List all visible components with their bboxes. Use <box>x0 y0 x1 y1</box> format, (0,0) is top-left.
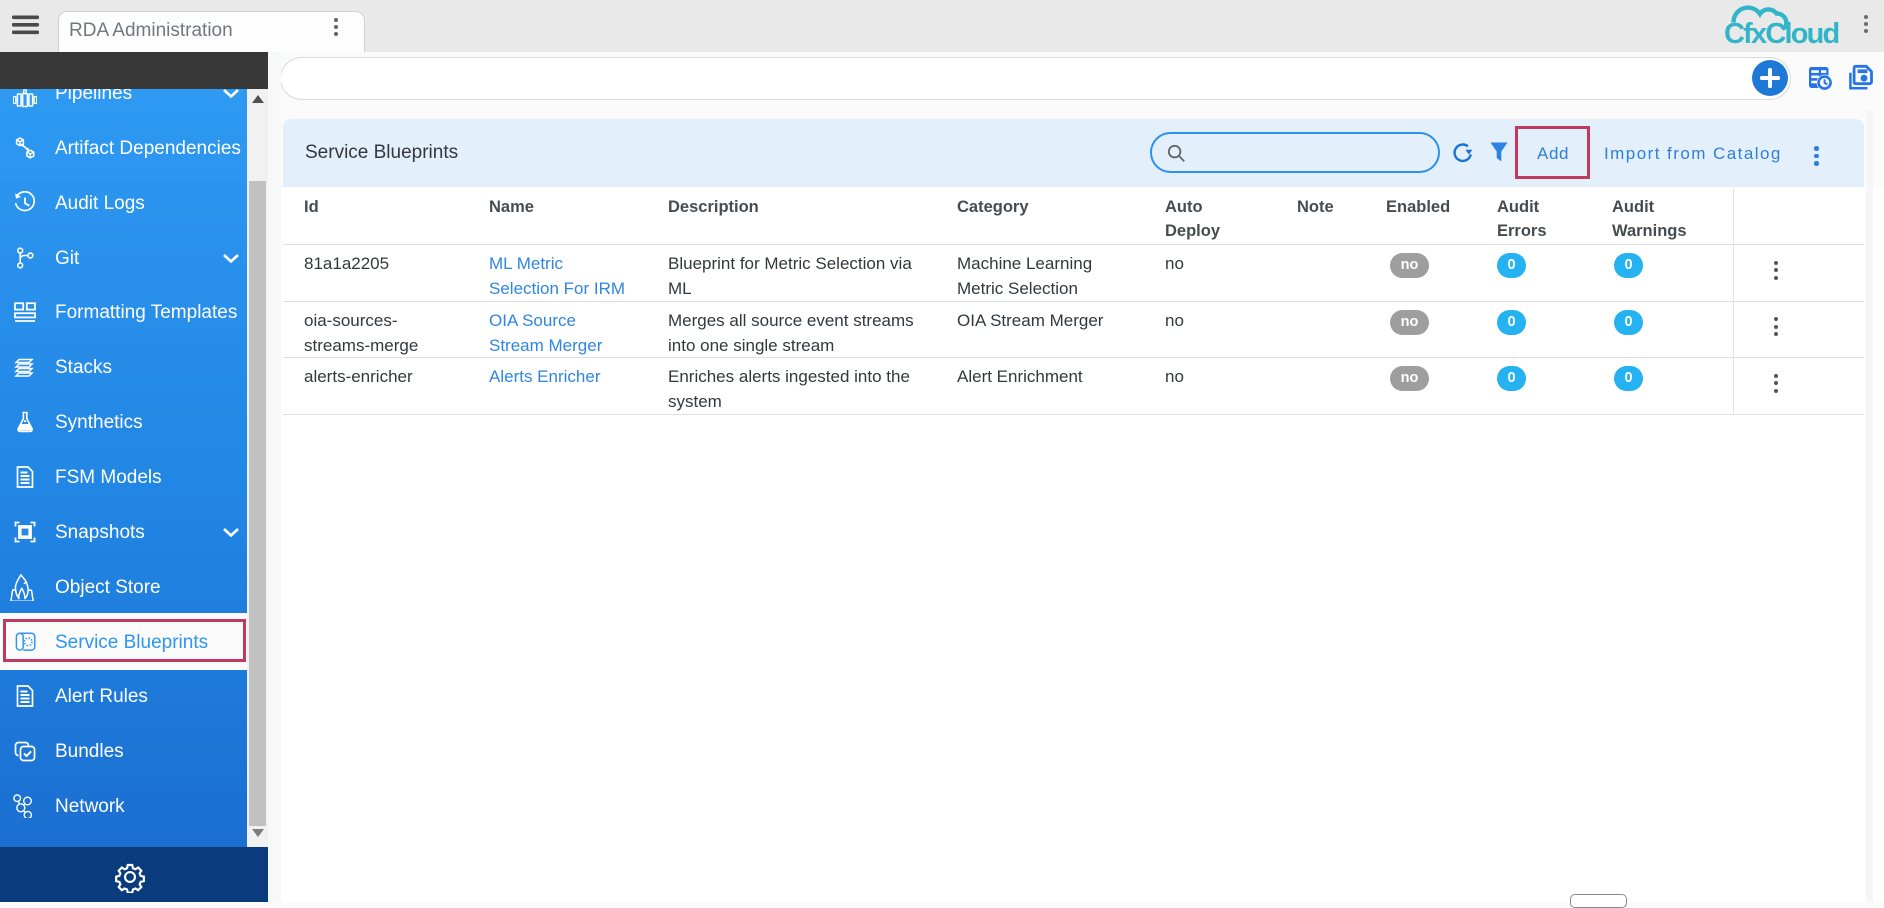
svg-text:CfxCloud: CfxCloud <box>1724 18 1839 50</box>
